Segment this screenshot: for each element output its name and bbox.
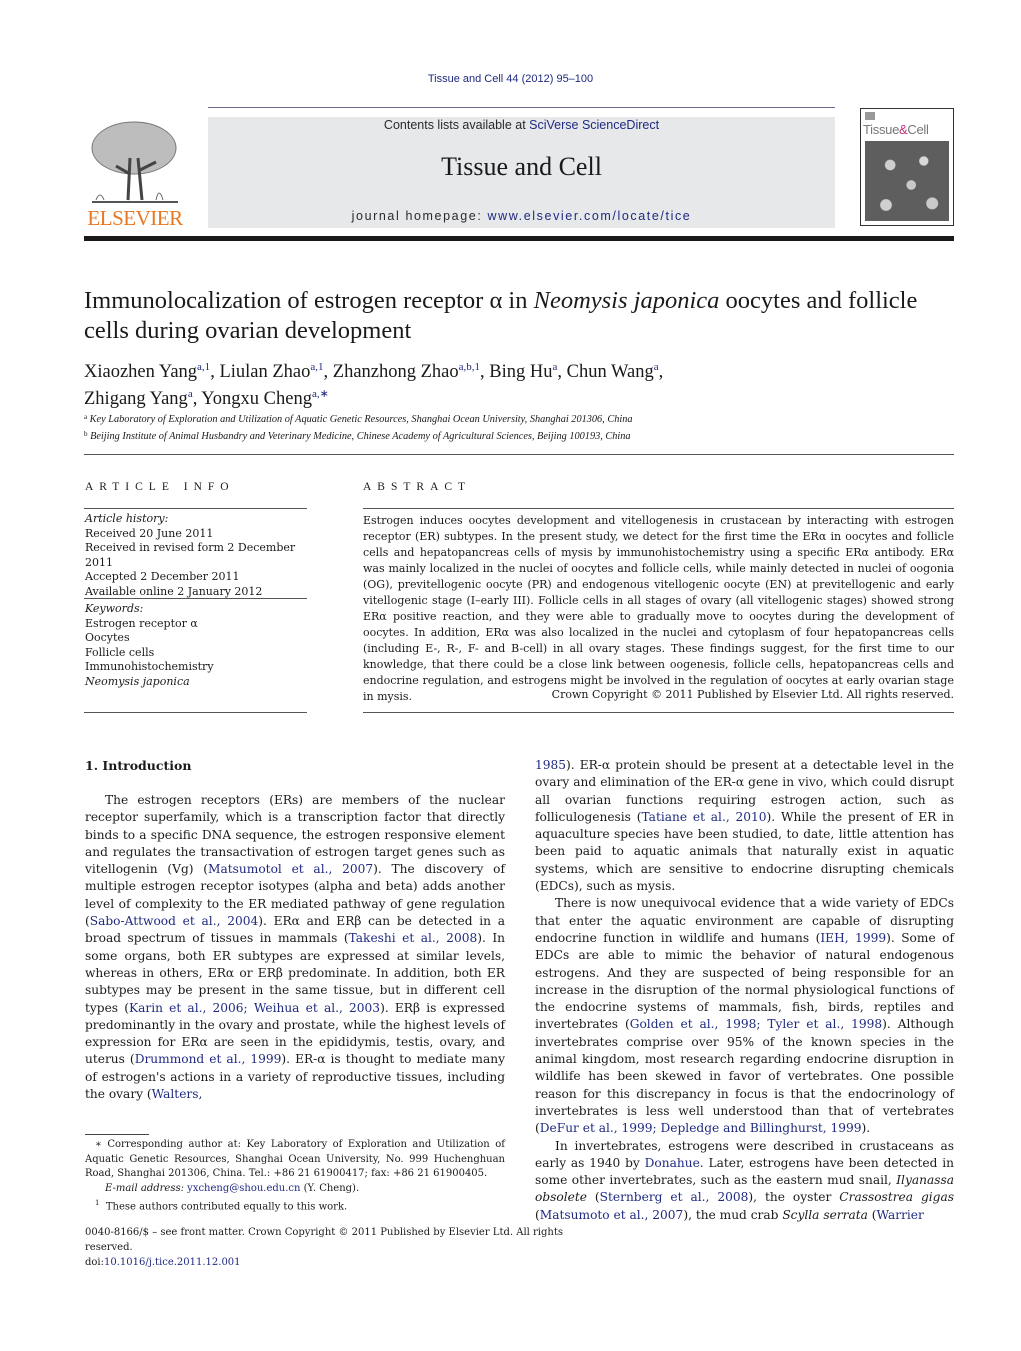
journal-citation[interactable]: Tissue and Cell 44 (2012) 95–100: [0, 73, 1021, 85]
citation-link[interactable]: Takeshi et al., 2008: [349, 931, 478, 945]
section-heading-introduction: 1. Introduction: [85, 758, 192, 773]
author-name[interactable]: Chun Wang: [567, 362, 654, 382]
keywords-label: Keywords:: [85, 602, 144, 615]
elsevier-tree-icon: [91, 121, 178, 203]
paragraph: The estrogen receptors (ERs) are members…: [85, 793, 505, 1102]
author-affiliation-mark[interactable]: a: [654, 361, 659, 373]
email-link[interactable]: yxcheng@shou.edu.cn: [187, 1183, 300, 1194]
author-affiliation-mark[interactable]: a,1: [310, 361, 323, 373]
author-affiliation-mark[interactable]: a,∗: [312, 388, 329, 400]
paragraph: In invertebrates, estrogens were describ…: [535, 1138, 955, 1222]
paragraph: There is now unequivocal evidence that a…: [535, 896, 954, 1136]
body-column-left: The estrogen receptors (ERs) are members…: [85, 792, 505, 1103]
history-item: Available online 2 January 2012: [85, 584, 263, 598]
history-item: Received 20 June 2011: [85, 526, 214, 540]
divider: [363, 508, 954, 509]
contents-prefix: Contents lists available at: [383, 118, 530, 132]
body-column-right: 1985). ER-α protein should be present at…: [535, 757, 954, 1224]
masthead-thick-rule: [84, 236, 954, 241]
contents-line: Contents lists available at SciVerse Sci…: [208, 118, 835, 132]
author-name[interactable]: Xiaozhen Yang: [84, 362, 197, 382]
footnotes: ∗ Corresponding author at: Key Laborator…: [85, 1138, 505, 1215]
doi-link[interactable]: 10.1016/j.tice.2011.12.001: [104, 1257, 241, 1268]
paragraph: 1985). ER-α protein should be present at…: [535, 758, 954, 894]
author-name[interactable]: Yongxu Cheng: [201, 389, 312, 409]
author-name[interactable]: Zhanzhong Zhao: [333, 362, 459, 382]
article-info-heading: ARTICLE INFO: [85, 481, 235, 493]
keyword-item: Oocytes: [85, 631, 130, 644]
affiliation: b Beijing Institute of Animal Husbandry …: [84, 430, 631, 442]
divider: [84, 712, 307, 713]
citation-link[interactable]: IEH, 1999: [820, 931, 886, 945]
species-name: Crassostrea gigas: [839, 1190, 955, 1205]
corresponding-author-note: ∗ Corresponding author at: Key Laborator…: [85, 1139, 505, 1179]
keyword-item: Neomysis japonica: [85, 674, 190, 688]
keywords: Keywords: Estrogen receptor α Oocytes Fo…: [85, 602, 307, 689]
citation-link[interactable]: Golden et al., 1998; Tyler et al., 1998: [630, 1017, 882, 1031]
author-list: Xiaozhen Yanga,1, Liulan Zhaoa,1, Zhanzh…: [84, 361, 664, 409]
journal-cover[interactable]: Tissue&Cell: [860, 108, 954, 226]
citation-link[interactable]: Donahue: [645, 1156, 700, 1170]
author-affiliation-mark[interactable]: a: [553, 361, 558, 373]
species-name: Neomysis japonica: [533, 287, 720, 314]
cover-title: Tissue&Cell: [863, 122, 929, 137]
journal-masthead: Contents lists available at SciVerse Sci…: [208, 117, 835, 228]
citation-link[interactable]: Sabo-Attwood et al., 2004: [90, 914, 258, 928]
homepage-prefix: journal homepage:: [351, 209, 488, 223]
history-label: Article history:: [85, 512, 169, 525]
equal-contribution-note: 1 These authors contributed equally to t…: [95, 1199, 348, 1213]
abstract-copyright: Crown Copyright © 2011 Published by Else…: [551, 688, 954, 701]
cover-publisher-icon: [865, 112, 875, 120]
abstract-text: Estrogen induces oocytes development and…: [363, 514, 954, 703]
affiliation: a Key Laboratory of Exploration and Util…: [84, 413, 633, 425]
history-item: Accepted 2 December 2011: [85, 570, 240, 583]
issn-line: 0040-8166/$ – see front matter. Crown Co…: [85, 1227, 563, 1253]
author-affiliation-mark[interactable]: a,b,1: [459, 361, 480, 373]
author-name[interactable]: Zhigang Yang: [84, 389, 188, 409]
citation-link[interactable]: Matsumoto et al., 2007: [540, 1208, 684, 1222]
divider: [363, 712, 954, 713]
elsevier-logo[interactable]: ELSEVIER: [84, 118, 186, 230]
author-name[interactable]: Liulan Zhao: [219, 362, 310, 382]
homepage-line: journal homepage: www.elsevier.com/locat…: [208, 209, 835, 223]
affiliations: a Key Laboratory of Exploration and Util…: [84, 410, 954, 444]
article-title: Immunolocalization of estrogen receptor …: [84, 287, 918, 344]
citation-link[interactable]: Karin et al., 2006; Weihua et al., 2003: [129, 1001, 380, 1015]
journal-name[interactable]: Tissue and Cell: [208, 152, 835, 182]
author-name[interactable]: Bing Hu: [489, 362, 552, 382]
citation-link[interactable]: Tatiane et al., 2010: [642, 810, 767, 824]
footnote-rule: [85, 1134, 149, 1135]
sciencedirect-link[interactable]: SciVerse ScienceDirect: [529, 118, 659, 132]
divider: [84, 454, 954, 455]
abstract-heading: ABSTRACT: [363, 481, 472, 493]
citation-link[interactable]: Matsumotol et al., 2007: [208, 862, 373, 876]
divider: [84, 508, 307, 509]
keyword-item: Follicle cells: [85, 645, 155, 659]
author-affiliation-mark[interactable]: a: [188, 388, 193, 400]
citation-link[interactable]: Warrier: [877, 1208, 924, 1222]
front-matter: 0040-8166/$ – see front matter. Crown Co…: [85, 1225, 605, 1270]
email-label: E-mail address:: [105, 1182, 184, 1194]
citation-link[interactable]: 1985: [535, 758, 566, 772]
author-affiliation-mark[interactable]: a,1: [197, 361, 210, 373]
history-item: Received in revised form 2 December 2011: [85, 541, 296, 569]
article-history: Article history: Received 20 June 2011 R…: [85, 512, 307, 599]
citation-link[interactable]: DeFur et al., 1999; Depledge and Billing…: [540, 1121, 862, 1135]
header-rule: [208, 107, 835, 108]
keyword-item: Immunohistochemistry: [85, 660, 214, 673]
citation-link[interactable]: Walters,: [152, 1087, 203, 1101]
keyword-item: Estrogen receptor α: [85, 616, 198, 630]
species-name: Scylla serrata: [782, 1207, 868, 1222]
elsevier-wordmark: ELSEVIER: [87, 206, 183, 230]
homepage-link[interactable]: www.elsevier.com/locate/tice: [487, 209, 691, 223]
citation-link[interactable]: Drummond et al., 1999: [135, 1052, 282, 1066]
citation-link[interactable]: Sternberg et al., 2008: [600, 1190, 749, 1204]
cover-micrograph-image: [865, 141, 949, 221]
